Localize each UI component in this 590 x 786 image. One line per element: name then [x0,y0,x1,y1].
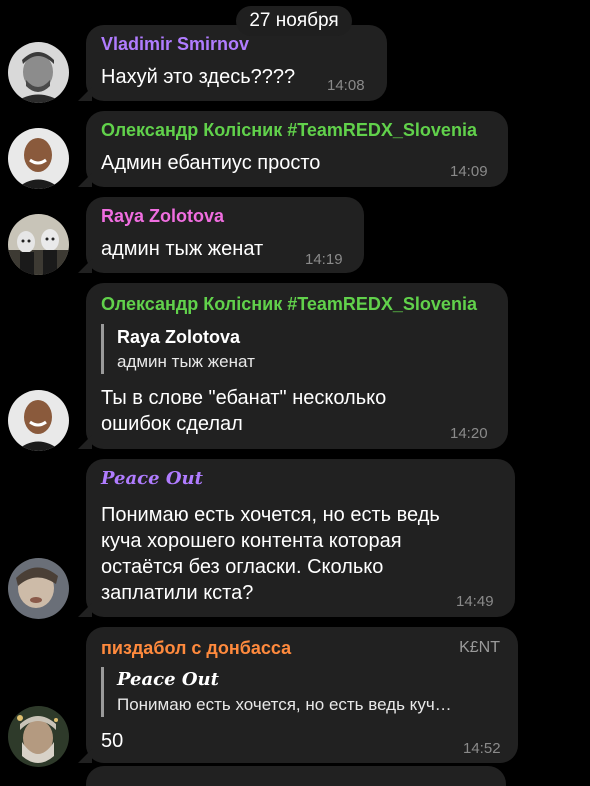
message-bubble[interactable]: Олександр Колісник #TeamREDX_Slovenia Ад… [86,111,508,187]
avatar-pizdabol-s-donbassa[interactable] [8,706,69,767]
date-separator: 27 ноября [236,6,352,36]
message-bubble[interactable]: Vladimir Smirnov Нахуй это здесь???? 14:… [86,25,387,101]
message-bubble[interactable]: пиздабол с донбасса K£NT Peace Out Поним… [86,627,518,763]
reply-quote[interactable]: Peace Out Понимаю есть хочется, но есть … [101,667,497,717]
chat-history[interactable]: 27 ноября Vladimir Smirnov Нахуй это зде… [0,0,590,786]
sender-name[interactable]: Олександр Колісник #TeamREDX_Slovenia [101,120,477,141]
message-text-line: остаётся без огласки. Сколько [101,556,384,578]
message-time: 14:49 [456,593,494,610]
message-bubble[interactable]: Peace Out Понимаю есть хочется, но есть … [86,459,515,617]
avatar-raya-zolotova[interactable] [8,214,69,275]
message-bubble-partial[interactable] [86,766,506,786]
message-time: 14:52 [463,740,501,757]
message-time: 14:09 [450,163,488,180]
message-text: админ тыж женат [101,238,264,260]
avatar-vladimir-smirnov[interactable] [8,42,69,103]
message-text-line: Понимаю есть хочется, но есть ведь [101,504,440,526]
message-text: 50 [101,730,124,752]
message-text-line: Ты в слове "ебанат" несколько [101,387,387,409]
admin-badge: K£NT [459,639,500,656]
sender-name[interactable]: Raya Zolotova [101,206,224,227]
sender-name[interactable]: Peace Out [101,468,203,489]
reply-text: админ тыж женат [117,352,255,371]
sender-name[interactable]: Олександр Колісник #TeamREDX_Slovenia [101,294,477,315]
message-time: 14:08 [327,77,365,94]
avatar-oleksandr-kolisnyk[interactable] [8,128,69,189]
avatar-peace-out[interactable] [8,558,69,619]
reply-sender: Raya Zolotova [117,327,241,347]
message-text-line: ошибок сделал [101,413,243,435]
message-time: 14:20 [450,425,488,442]
sender-name[interactable]: пиздабол с донбасса [101,638,291,659]
message-bubble[interactable]: Олександр Колісник #TeamREDX_Slovenia Ra… [86,283,508,449]
message-time: 14:19 [305,251,343,268]
avatar-oleksandr-kolisnyk[interactable] [8,390,69,451]
message-bubble[interactable]: Raya Zolotova админ тыж женат 14:19 [86,197,364,273]
message-text-line: заплатили кста? [101,582,254,604]
reply-quote[interactable]: Raya Zolotova админ тыж женат [101,324,255,374]
sender-name[interactable]: Vladimir Smirnov [101,34,249,55]
message-text-line: куча хорошего контента которая [101,530,402,552]
reply-text: Понимаю есть хочется, но есть ведь куч… [117,695,452,714]
message-text: Нахуй это здесь???? [101,66,296,88]
reply-sender: Peace Out [117,669,219,690]
message-text: Админ ебантиус просто [101,152,321,174]
